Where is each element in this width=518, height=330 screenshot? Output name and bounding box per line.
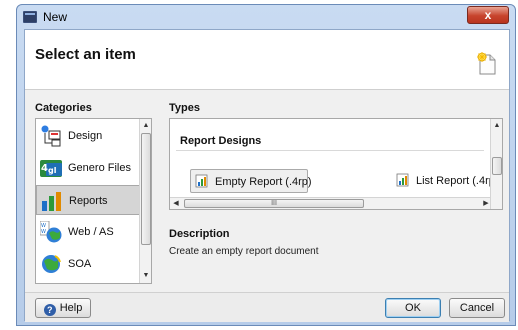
help-button[interactable]: ? Help [35, 298, 91, 318]
type-label: List Report (.4rp) [416, 175, 499, 187]
scroll-up-icon[interactable]: ▲ [491, 121, 502, 131]
type-item-empty-report[interactable]: Empty Report (.4rp) [190, 169, 312, 193]
close-button[interactable]: x [467, 6, 509, 24]
svg-text:gl: gl [48, 166, 57, 175]
types-group-header: Report Designs [176, 125, 484, 151]
types-label: Types [169, 102, 200, 114]
app-window-icon [23, 11, 37, 23]
design-icon [41, 125, 61, 147]
category-item-design[interactable]: Design [36, 121, 140, 151]
category-label: SOA [68, 258, 92, 270]
report-file-icon [195, 174, 208, 188]
category-label: Reports [69, 195, 108, 207]
page-title: Select an item [35, 46, 136, 63]
web-globe-icon: W W [40, 221, 62, 243]
category-label: Genero Files [68, 162, 131, 174]
report-file-icon [396, 173, 409, 187]
type-item-list-report[interactable]: List Report (.4rp) [392, 169, 499, 193]
category-item-reports[interactable]: Reports [36, 185, 140, 215]
types-vertical-scrollbar[interactable]: ▲ [490, 119, 502, 209]
genero-4gl-icon: 4 gl [40, 160, 62, 177]
category-item-soa[interactable]: SOA [36, 249, 140, 279]
types-scroll-thumb[interactable]: III [184, 199, 364, 208]
category-item-web-as[interactable]: W W Web / AS [36, 217, 140, 247]
type-label: Empty Report (.4rp) [215, 176, 312, 188]
description-text: Create an empty report document [169, 246, 319, 257]
description-label: Description [169, 228, 230, 240]
help-icon: ? [43, 304, 56, 316]
category-item-genero-files[interactable]: 4 gl Genero Files [36, 153, 140, 183]
dialog-footer: ? Help OK Cancel [25, 292, 509, 322]
window-title: New [43, 10, 68, 24]
new-document-icon [477, 52, 496, 75]
categories-scrollbar[interactable]: ▲ ▼ [139, 119, 151, 283]
reports-icon [42, 192, 61, 211]
cancel-button[interactable]: Cancel [449, 298, 505, 318]
scroll-down-icon[interactable]: ▼ [140, 271, 151, 281]
scroll-left-icon[interactable]: ◀ [170, 198, 182, 209]
category-label: Web / AS [68, 226, 114, 238]
dialog-header: Select an item [25, 30, 509, 90]
types-vscroll-thumb[interactable] [492, 157, 502, 175]
help-button-label: Help [59, 302, 83, 314]
types-panel: Report Designs Empty Report (.4rp) List … [169, 118, 503, 210]
svg-text:4: 4 [41, 163, 48, 174]
svg-text:W: W [41, 229, 46, 235]
categories-scroll-thumb[interactable] [141, 133, 151, 245]
new-dialog-window: New x Select an item Categories Types De… [16, 4, 516, 326]
dialog-client-area: Select an item Categories Types Design 4… [24, 29, 510, 322]
title-bar[interactable]: New x [17, 5, 515, 29]
category-label: Design [68, 130, 103, 142]
types-group-title: Report Designs [180, 135, 262, 147]
types-horizontal-scrollbar[interactable]: ◀ III ▶ [170, 197, 492, 209]
scroll-up-icon[interactable]: ▲ [140, 121, 151, 131]
categories-label: Categories [35, 102, 92, 114]
ok-button[interactable]: OK [385, 298, 441, 318]
categories-list[interactable]: Design 4 gl Genero Files Reports W W Web… [35, 118, 152, 284]
soa-globe-icon [42, 255, 61, 273]
